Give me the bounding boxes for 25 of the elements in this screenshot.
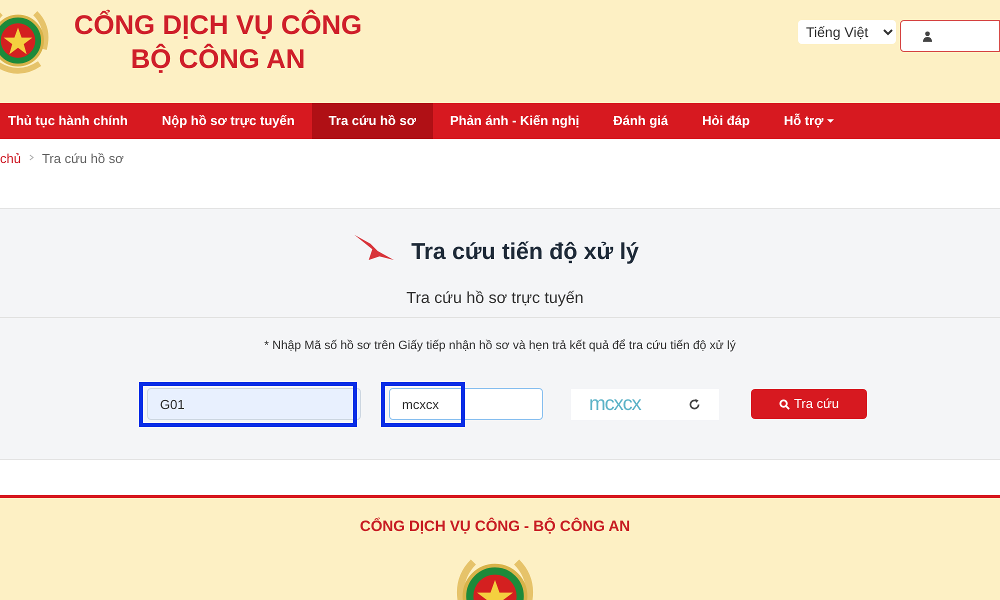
user-button[interactable]	[900, 20, 1000, 52]
breadcrumb-link[interactable]: chủ	[0, 149, 21, 168]
footer-title: CỔNG DỊCH VỤ CÔNG - BỘ CÔNG AN	[360, 516, 630, 537]
nav-tab[interactable]: Đánh giá	[596, 103, 686, 139]
nav-tab[interactable]: Tra cứu hồ sơ	[312, 103, 433, 139]
input-field[interactable]: mcxcx	[389, 388, 543, 420]
section-subtitle: Tra cứu hồ sơ trực tuyến	[406, 289, 584, 309]
input-field[interactable]: G01	[147, 388, 361, 420]
search-button[interactable]: Tra cứu	[751, 389, 867, 419]
language-select[interactable]: Tiếng Việt	[798, 20, 896, 44]
nav-tab[interactable]: Hỗ trợ	[766, 103, 852, 139]
instruction-text: * Nhập Mã số hồ sơ trên Giấy tiếp nhận hồ sơ và hẹn trả kết quả để tra cứu tiến độ xử lý	[264, 337, 736, 354]
site-title: CỔNG DỊCH VỤ CÔNG	[74, 8, 362, 42]
section-title: Tra cứu tiến độ xử lý	[411, 236, 639, 266]
chevron-icon	[28, 154, 34, 161]
nav-tab[interactable]: Thủ tục hành chính	[0, 103, 145, 139]
site-title: BỘ CÔNG AN	[130, 42, 306, 76]
nav-tab[interactable]: Phản ánh - Kiến nghị	[432, 103, 596, 139]
captcha-text: mcxcx	[589, 392, 641, 417]
nav-tab[interactable]: Nộp hồ sơ trực tuyến	[144, 103, 312, 139]
breadcrumb-current: Tra cứu hồ sơ	[42, 150, 124, 168]
user-icon	[923, 30, 932, 42]
refresh-icon[interactable]	[688, 398, 701, 410]
nav-tab[interactable]: Hỏi đáp	[685, 103, 767, 139]
search-icon	[778, 398, 790, 410]
